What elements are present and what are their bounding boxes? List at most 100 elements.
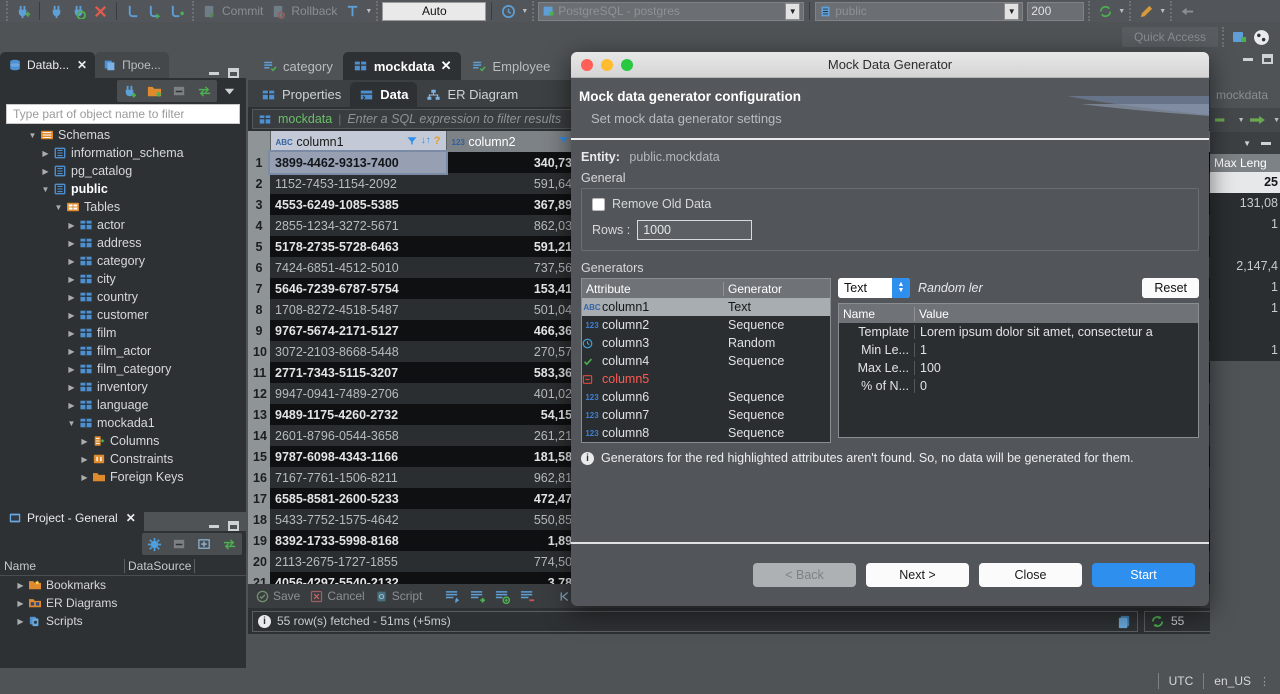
view-menu-icon[interactable]: [217, 80, 242, 102]
right-panel-cell[interactable]: 25: [1210, 172, 1280, 193]
property-row[interactable]: Max Le... 100: [839, 359, 1198, 377]
new-sql-script-icon[interactable]: [166, 1, 188, 21]
tab-database-navigator[interactable]: Datab... ✕: [0, 52, 96, 78]
twisty-collapsed-icon[interactable]: ▶: [65, 311, 78, 320]
row-number[interactable]: 6: [248, 257, 270, 278]
cell-column1[interactable]: 9489-1175-4260-2732: [270, 404, 446, 425]
tree-item-country[interactable]: ▶ country: [0, 288, 246, 306]
copy-row-icon[interactable]: [491, 589, 514, 604]
view-menu-icon[interactable]: ▼: [1243, 139, 1251, 148]
twisty-collapsed-icon[interactable]: ▶: [78, 437, 91, 446]
attribute-generator[interactable]: Sequence: [724, 354, 784, 368]
next-green-arrow-icon[interactable]: [1215, 114, 1231, 126]
twisty-expanded-icon[interactable]: ▼: [26, 131, 39, 140]
twisty-collapsed-icon[interactable]: ▶: [65, 257, 78, 266]
cell-column1[interactable]: 5178-2735-5728-6463: [270, 236, 446, 257]
property-value[interactable]: 1: [915, 343, 927, 357]
cell-column1[interactable]: 9787-6098-4343-1166: [270, 446, 446, 467]
cell-column2[interactable]: 862,032: [446, 215, 584, 236]
attribute-row-column1[interactable]: ABC column1 Text: [582, 298, 830, 316]
quick-access-field[interactable]: Quick Access: [1121, 27, 1218, 47]
attribute-generator[interactable]: Sequence: [724, 408, 784, 422]
project-item-scripts[interactable]: ▶ Scripts: [0, 612, 246, 630]
edit-pencil-caret-icon[interactable]: ▼: [1159, 8, 1166, 15]
add-row-icon[interactable]: [466, 589, 489, 604]
twisty-collapsed-icon[interactable]: ▶: [65, 329, 78, 338]
fetch-size-input[interactable]: 200: [1027, 1, 1085, 21]
property-row[interactable]: Template Lorem ipsum dolor sit amet, cons…: [839, 323, 1198, 341]
close-button[interactable]: Close: [979, 563, 1082, 587]
toolbar-drag-handle[interactable]: [6, 1, 8, 21]
cell-column2[interactable]: 54,154: [446, 404, 584, 425]
right-panel-cell[interactable]: [1210, 319, 1280, 340]
cell-column1[interactable]: 7424-6851-4512-5010: [270, 257, 446, 278]
attribute-row-column2[interactable]: 123 column2 Sequence: [582, 316, 830, 334]
tree-item-mockada1[interactable]: ▼ mockada1: [0, 414, 246, 432]
cell-column2[interactable]: 962,816: [446, 467, 584, 488]
cell-column2[interactable]: 367,892: [446, 194, 584, 215]
cell-column2[interactable]: 1,899: [446, 530, 584, 551]
attribute-generator[interactable]: Random: [724, 336, 775, 350]
edit-row-icon[interactable]: [441, 589, 464, 604]
right-panel-cell[interactable]: 1: [1210, 340, 1280, 361]
cell-column1[interactable]: 3072-2103-8668-5448: [270, 341, 446, 362]
row-number[interactable]: 13: [248, 404, 270, 425]
twisty-collapsed-icon[interactable]: ▶: [65, 401, 78, 410]
row-number[interactable]: 20: [248, 551, 270, 572]
property-row[interactable]: % of N... 0: [839, 377, 1198, 395]
cell-column1[interactable]: 3899-4462-9313-7400: [268, 150, 448, 175]
cell-column2[interactable]: 550,853: [446, 509, 584, 530]
cell-column2[interactable]: 583,368: [446, 362, 584, 383]
refresh-connection-icon[interactable]: [67, 1, 89, 21]
reset-button[interactable]: Reset: [1142, 278, 1199, 298]
row-number[interactable]: 7: [248, 278, 270, 299]
start-button[interactable]: Start: [1092, 563, 1195, 587]
minimize-icon[interactable]: [1243, 57, 1253, 61]
tree-item-information-schema[interactable]: ▶ information_schema: [0, 144, 246, 162]
tab-projects[interactable]: Прое...: [95, 52, 169, 78]
cell-column2[interactable]: 466,365: [446, 320, 584, 341]
rows-input[interactable]: 1000: [637, 220, 753, 240]
cell-column1[interactable]: 7167-7761-1506-8211: [270, 467, 446, 488]
editor-tab-category[interactable]: category: [252, 52, 343, 80]
cell-column1[interactable]: 2771-7343-5115-3207: [270, 362, 446, 383]
subtab-data[interactable]: Data: [350, 82, 418, 107]
right-panel-cell[interactable]: [1210, 235, 1280, 256]
new-connection-icon[interactable]: [117, 80, 142, 102]
attribute-row-column3[interactable]: column3 Random: [582, 334, 830, 352]
cell-column2[interactable]: 401,020: [446, 383, 584, 404]
cell-column2[interactable]: 591,217: [446, 236, 584, 257]
attribute-generator[interactable]: Sequence: [724, 426, 784, 440]
cell-column2[interactable]: 501,048: [446, 299, 584, 320]
twisty-collapsed-icon[interactable]: ▶: [65, 347, 78, 356]
open-sql-script-icon[interactable]: [144, 1, 166, 21]
twisty-collapsed-icon[interactable]: ▶: [65, 293, 78, 302]
sync-schema-caret-icon[interactable]: ▼: [1118, 8, 1125, 15]
cell-column1[interactable]: 1708-8272-4518-5487: [270, 299, 446, 320]
twisty-collapsed-icon[interactable]: ▶: [14, 581, 27, 590]
column-header-column1[interactable]: ABC column1 ↓↑ ?: [269, 131, 446, 152]
row-number[interactable]: 10: [248, 341, 270, 362]
twisty-collapsed-icon[interactable]: ▶: [65, 365, 78, 374]
property-value[interactable]: 100: [915, 361, 941, 375]
cell-column1[interactable]: 2113-2675-1727-1855: [270, 551, 446, 572]
twisty-collapsed-icon[interactable]: ▶: [39, 167, 52, 176]
minimize-icon[interactable]: [209, 524, 219, 528]
transaction-log-caret-icon[interactable]: ▼: [521, 8, 528, 15]
cell-column2[interactable]: 737,566: [446, 257, 584, 278]
refresh-icon[interactable]: [1150, 614, 1165, 629]
attributes-table[interactable]: Attribute Generator ABC column1 Text 123 col…: [581, 278, 831, 443]
right-panel-cell[interactable]: 131,08: [1210, 193, 1280, 214]
row-number[interactable]: 21: [248, 572, 270, 584]
twisty-collapsed-icon[interactable]: ▶: [14, 599, 27, 608]
attribute-generator[interactable]: Sequence: [724, 318, 784, 332]
right-panel-cell[interactable]: 1: [1210, 298, 1280, 319]
row-number[interactable]: 14: [248, 425, 270, 446]
row-number[interactable]: 4: [248, 215, 270, 236]
twisty-collapsed-icon[interactable]: ▶: [78, 455, 91, 464]
new-connection-icon[interactable]: [12, 1, 34, 21]
tree-item-city[interactable]: ▶ city: [0, 270, 246, 288]
row-number[interactable]: 5: [248, 236, 270, 257]
cell-column1[interactable]: 5433-7752-1575-4642: [270, 509, 446, 530]
tree-item-columns[interactable]: ▶ Columns: [0, 432, 246, 450]
